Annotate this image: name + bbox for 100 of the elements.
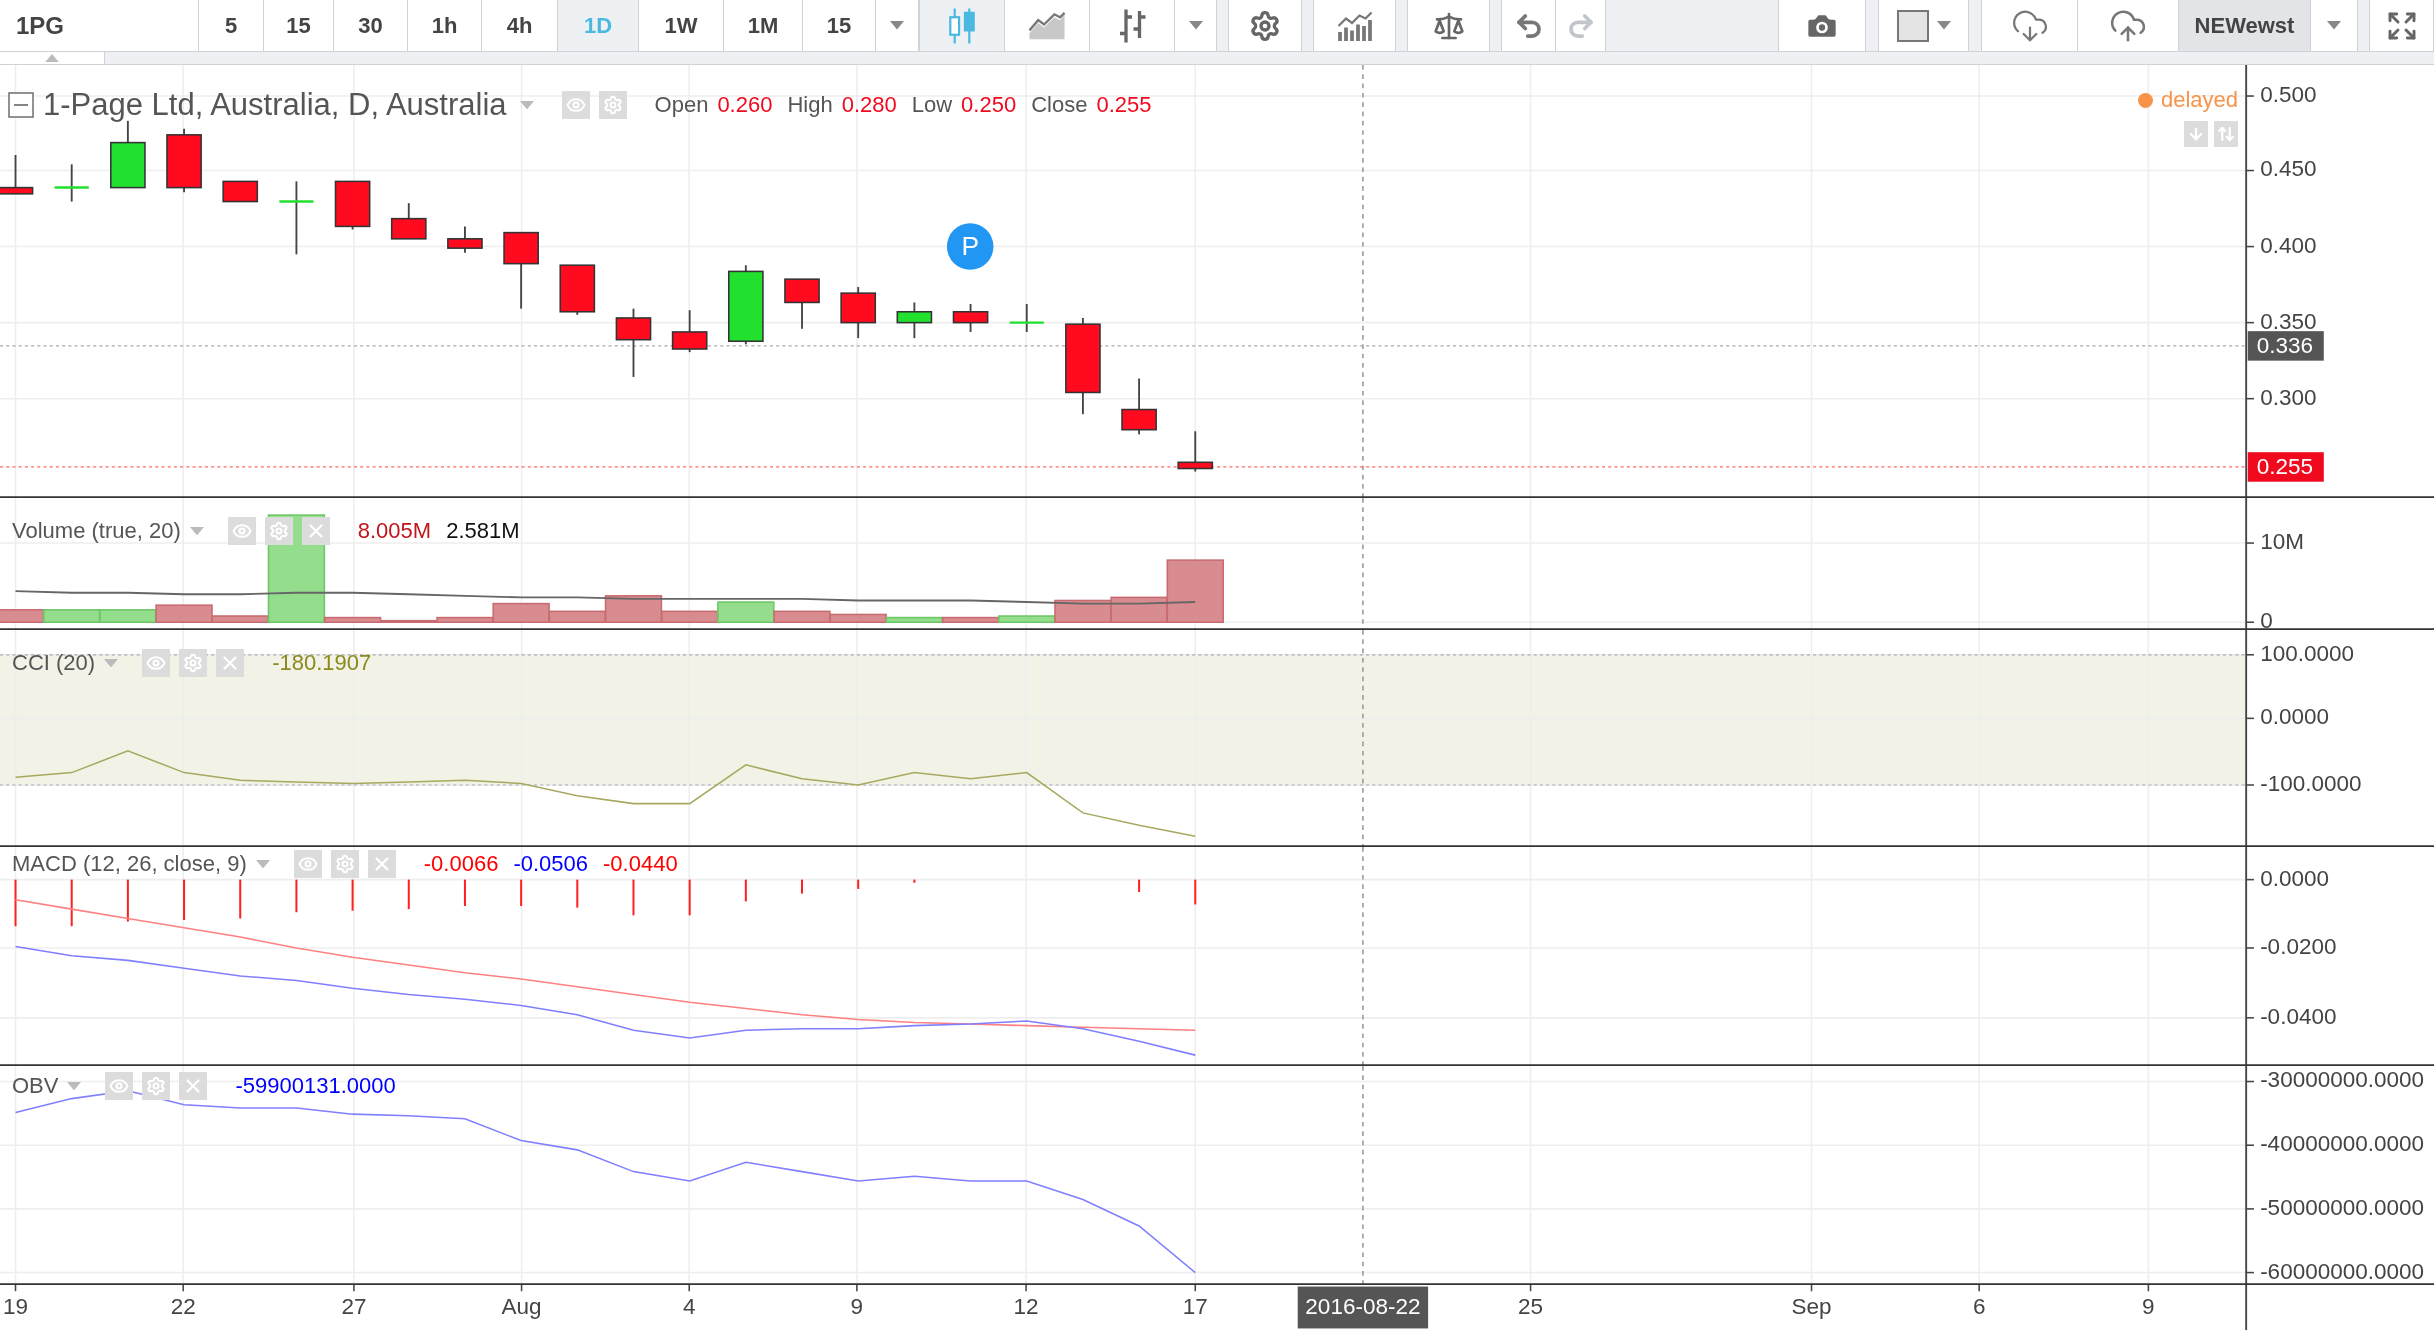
axis-label: 0.400 [2260, 232, 2317, 258]
visibility-button[interactable] [142, 649, 171, 677]
visibility-button[interactable] [227, 517, 256, 545]
load-button[interactable] [1982, 0, 2078, 51]
candlestick [390, 202, 427, 240]
remove-button[interactable] [179, 1072, 208, 1100]
indicator-value: 2.581M [446, 518, 520, 544]
candlestick [559, 264, 596, 316]
chart-type-button[interactable] [1090, 0, 1175, 51]
chart-type-button[interactable] [1005, 0, 1090, 51]
visibility-button[interactable] [293, 850, 322, 878]
settings-icon [268, 521, 289, 541]
remove-button[interactable] [216, 649, 245, 677]
histogram-bar [126, 879, 129, 922]
histogram-bar [1194, 879, 1197, 905]
compare-button[interactable] [1408, 0, 1490, 51]
histogram-bar [239, 879, 242, 919]
save-button[interactable] [2078, 0, 2179, 51]
ohlc-value: 0.260 [717, 92, 773, 118]
price-label: 0.255 [2247, 452, 2324, 482]
axis-label: 0.450 [2260, 156, 2317, 182]
date-label: 9 [850, 1294, 864, 1320]
interval-button[interactable]: 30 [334, 0, 408, 51]
axis-label: -0.0400 [2260, 1003, 2337, 1029]
interval-button[interactable]: 4h [482, 0, 558, 51]
volume-bar [43, 609, 101, 623]
axis-label: -30000000.0000 [2260, 1067, 2424, 1093]
settings-icon [1249, 9, 1281, 42]
ohlc-value: 0.280 [841, 92, 897, 118]
remove-button[interactable] [367, 850, 396, 878]
settings-icon [602, 95, 623, 115]
histogram-bar [14, 879, 17, 927]
candlestick [952, 303, 989, 333]
interval-button[interactable]: 1h [408, 0, 482, 51]
settings-button[interactable] [1229, 0, 1302, 51]
caret-icon [104, 658, 119, 668]
collapse-toolbar-button[interactable] [0, 52, 105, 64]
remove-button[interactable] [301, 517, 330, 545]
bar-chart-icon [1117, 7, 1147, 44]
caret-icon [890, 21, 904, 30]
symbol-field[interactable]: 1PG [0, 0, 199, 51]
volume-bar [829, 613, 887, 623]
ohlc-label: Open [654, 92, 709, 118]
visibility-button[interactable] [105, 1072, 134, 1100]
histogram-bar [801, 879, 804, 894]
snapshot-button[interactable] [1779, 0, 1866, 51]
indicator-title: MACD (12, 26, close, 9) [12, 851, 247, 877]
axis-label: 0 [2260, 608, 2273, 630]
date-label: 12 [1013, 1294, 1039, 1320]
resize-button[interactable] [2214, 121, 2238, 147]
candlestick [54, 163, 89, 203]
date-label: 4 [682, 1294, 696, 1320]
chart-type-dropdown-button[interactable] [1175, 0, 1217, 51]
caret-icon [1188, 21, 1203, 30]
caret-icon [67, 1081, 82, 1091]
ohlc-label: Low [911, 92, 953, 118]
histogram-bar [632, 879, 635, 916]
interval-button[interactable]: 15 [264, 0, 334, 51]
axis-label: -40000000.0000 [2260, 1131, 2424, 1157]
undo-button[interactable] [1502, 0, 1556, 51]
delayed-status: delayed [2137, 87, 2238, 113]
visibility-button[interactable] [561, 91, 590, 119]
indicator-title: Volume (true, 20) [12, 518, 181, 544]
candlestick [222, 180, 259, 203]
indicator-value: -0.0440 [603, 851, 678, 877]
scroll-down-button[interactable] [2184, 121, 2208, 147]
interval-button[interactable]: 15 [803, 0, 876, 51]
caret-icon [255, 859, 270, 869]
caret-icon [189, 526, 204, 536]
interval-button[interactable]: 1M [724, 0, 803, 51]
axis-label: -100.0000 [2260, 770, 2362, 796]
layout-button[interactable]: NEWewst [2179, 0, 2311, 51]
candlestick [896, 301, 933, 340]
candlestick [1009, 303, 1044, 333]
date-label: Sep [1791, 1294, 1832, 1320]
date-label: 27 [341, 1294, 367, 1320]
date-label: 19 [3, 1294, 29, 1320]
indicator-title: OBV [12, 1073, 59, 1099]
histogram-bar [688, 879, 691, 916]
indicator-value: -0.0066 [423, 851, 499, 877]
interval-button[interactable]: 1W [639, 0, 724, 51]
axis-label: 10M [2260, 529, 2304, 554]
eye-icon [109, 1076, 130, 1096]
fullscreen-button[interactable] [2370, 0, 2434, 51]
ohlc-value: 0.255 [1096, 92, 1152, 118]
eye-icon [231, 521, 252, 541]
ohlc-value: 0.250 [961, 92, 1017, 118]
candlestick [840, 286, 877, 340]
status-dot [2137, 92, 2153, 108]
color-picker-button[interactable] [1879, 0, 1969, 51]
color-swatch-icon [1896, 9, 1929, 42]
layout-dropdown-button[interactable] [2311, 0, 2358, 51]
axis-label: 0.0000 [2260, 704, 2329, 730]
indicators-button[interactable] [1314, 0, 1396, 51]
volume-bar [99, 609, 157, 623]
collapse-icon[interactable] [8, 92, 34, 118]
candlestick [166, 127, 202, 194]
settings-icon [334, 854, 355, 874]
interval-dropdown-button[interactable] [876, 0, 919, 51]
interval-button[interactable]: 5 [199, 0, 264, 51]
